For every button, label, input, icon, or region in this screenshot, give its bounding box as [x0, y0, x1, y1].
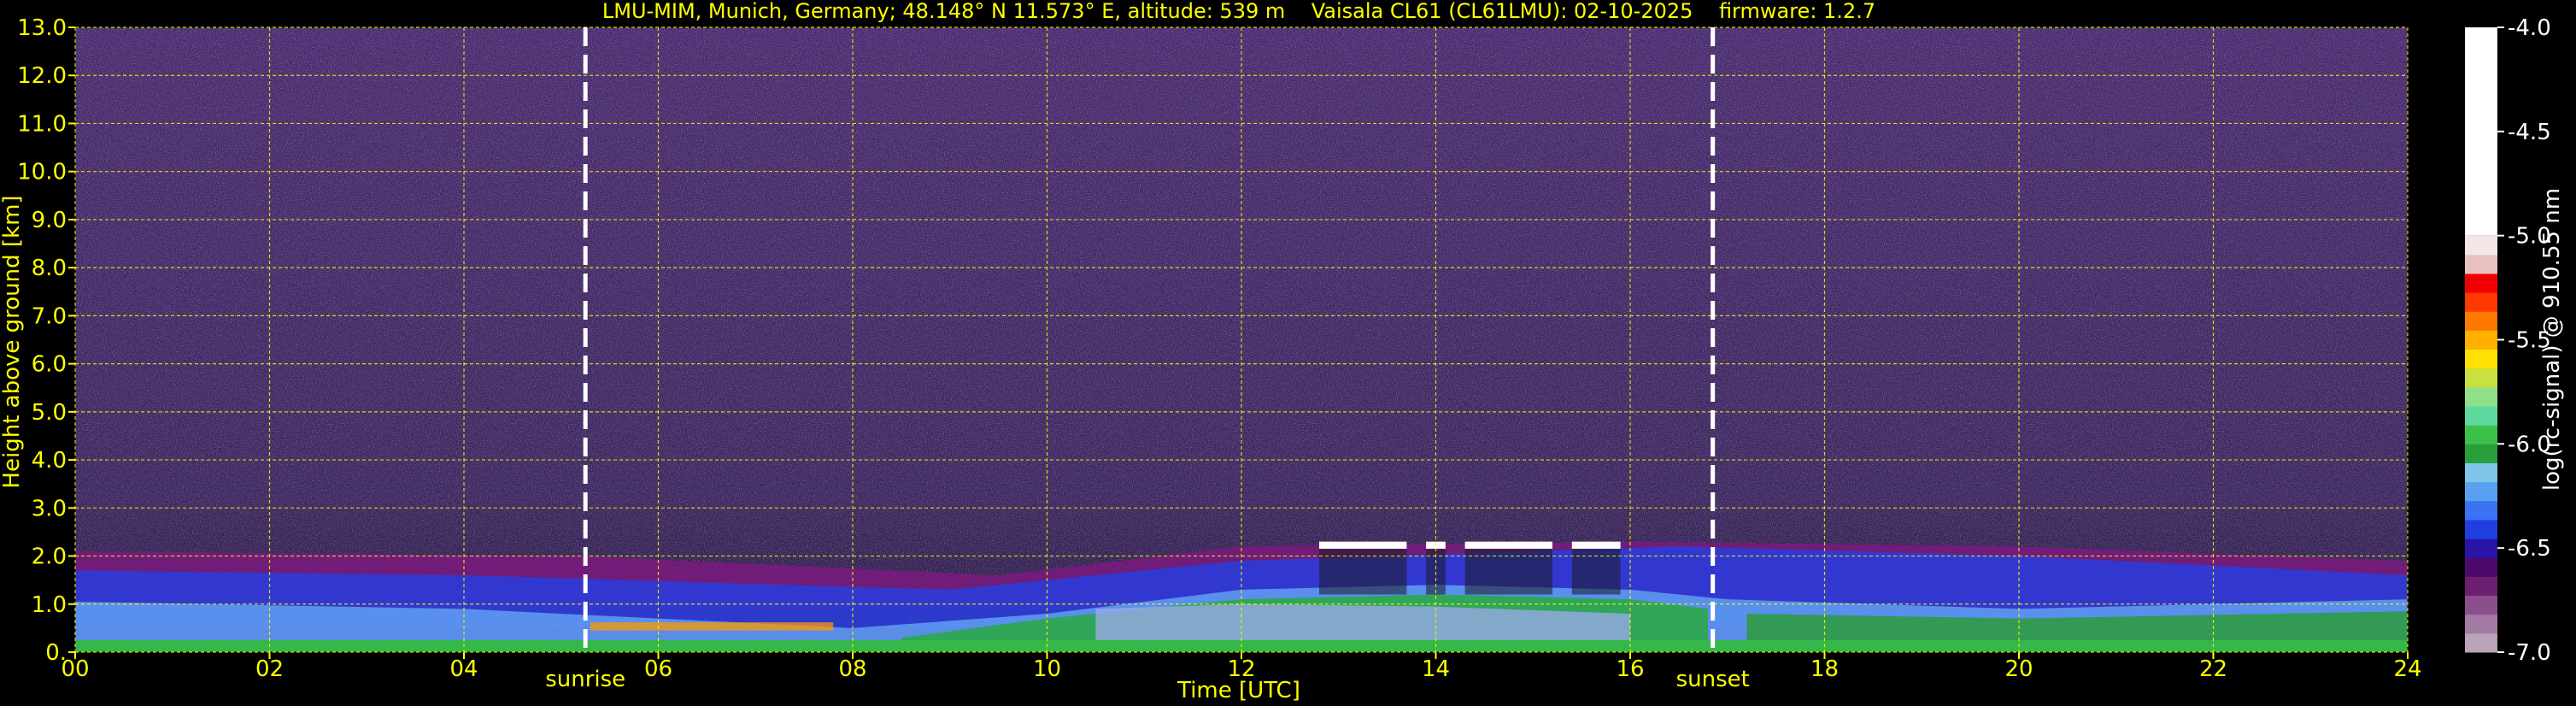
x-tick-label: 02	[255, 656, 284, 682]
colorbar-segment	[2465, 292, 2497, 312]
colorbar-segment	[2465, 368, 2497, 388]
x-tick-label: 14	[1422, 656, 1450, 682]
x-tick-label: 16	[1616, 656, 1644, 682]
colorbar-segment	[2465, 235, 2497, 256]
colorbar-tick-label: -7.0	[2508, 640, 2551, 666]
colorbar-segment	[2465, 349, 2497, 369]
x-tick-label: 20	[2004, 656, 2033, 682]
colorbar-segment	[2465, 576, 2497, 597]
colorbar-tick-label: -4.0	[2508, 15, 2551, 41]
colorbar-label: log(rc-signal) @ 910.55 nm	[2539, 188, 2565, 491]
colorbar-segment	[2465, 386, 2497, 407]
x-tick-label: 10	[1033, 656, 1061, 682]
colorbar-top-segment	[2465, 27, 2497, 236]
y-tick-label: 13.0	[17, 15, 67, 41]
x-tick-label: 04	[449, 656, 478, 682]
colorbar-segment	[2465, 330, 2497, 350]
y-tick-label: 11.0	[17, 111, 67, 137]
y-axis-label: Height above ground [km]	[0, 195, 25, 488]
cloud-2	[1464, 541, 1552, 550]
x-axis-label: Time [UTC]	[1177, 678, 1300, 703]
x-tick-label: 24	[2393, 656, 2421, 682]
ceilometer-chart: LMU-MIM, Munich, Germany; 48.148° N 11.5…	[0, 0, 2565, 703]
colorbar-segment	[2465, 273, 2497, 293]
colorbar-segment	[2465, 632, 2497, 653]
colorbar-segment	[2465, 595, 2497, 615]
y-tick-label: 2.0	[32, 544, 67, 570]
y-tick-label: 12.0	[17, 63, 67, 89]
colorbar-segment	[2465, 519, 2497, 539]
y-tick-label: 1.0	[32, 592, 67, 618]
y-tick-label: 5.0	[32, 400, 67, 426]
colorbar-segment	[2465, 481, 2497, 502]
colorbar-segment	[2465, 557, 2497, 577]
x-tick-label: 06	[644, 656, 672, 682]
colorbar-segment	[2465, 311, 2497, 331]
colorbar-segment	[2465, 614, 2497, 634]
cloud-0	[1319, 541, 1407, 550]
y-tick-label: 9.0	[32, 208, 67, 233]
colorbar-tick-label: -6.5	[2508, 536, 2551, 562]
colorbar-segment	[2465, 406, 2497, 426]
colorbar-segment	[2465, 444, 2497, 463]
y-tick-label: 10.0	[17, 160, 67, 185]
colorbar: -4.0-4.5-5.0-5.5-6.0-6.5-7.0	[2465, 15, 2551, 666]
y-tick-label: 8.0	[32, 256, 67, 281]
colorbar-segment	[2465, 425, 2497, 444]
y-tick-label: 3.0	[32, 496, 67, 521]
sunset-label: sunset	[1676, 667, 1750, 692]
x-tick-label: 08	[838, 656, 866, 682]
y-tick-label: 6.0	[32, 352, 67, 378]
colorbar-tick-label: -4.5	[2508, 120, 2551, 145]
x-tick-label: 00	[61, 656, 89, 682]
y-tick-label: 4.0	[32, 448, 67, 474]
morning-strong-signal	[590, 622, 834, 631]
x-tick-label: 22	[2199, 656, 2227, 682]
colorbar-segment	[2465, 538, 2497, 558]
y-tick-label: 7.0	[32, 303, 67, 329]
x-tick-label: 18	[1810, 656, 1839, 682]
cloud-3	[1571, 541, 1621, 550]
colorbar-segment	[2465, 254, 2497, 274]
chart-title: LMU-MIM, Munich, Germany; 48.148° N 11.5…	[602, 0, 1875, 23]
sunrise-label: sunrise	[545, 667, 625, 692]
y-axis-ticks: 0.1.02.03.04.05.06.07.08.09.010.011.012.…	[17, 15, 75, 666]
colorbar-segment	[2465, 500, 2497, 521]
colorbar-segment	[2465, 462, 2497, 483]
